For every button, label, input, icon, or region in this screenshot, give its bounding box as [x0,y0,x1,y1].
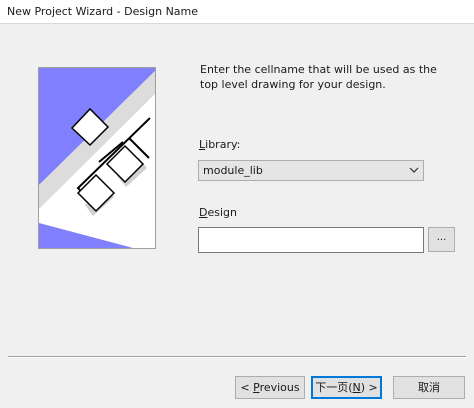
browse-button[interactable]: ... [428,227,455,252]
design-label: Design [199,206,237,219]
window-title: New Project Wizard - Design Name [7,5,199,18]
schematic-blocks-illustration [38,67,156,249]
next-button[interactable]: 下一页(N) > [311,376,382,399]
library-select[interactable]: module_lib [198,160,424,181]
cancel-button[interactable]: 取消 [393,376,465,399]
library-label: Library: [199,138,241,151]
library-select-value: module_lib [203,164,263,177]
design-name-input[interactable] [198,227,424,253]
previous-button[interactable]: < Previous [235,376,305,399]
footer-divider [8,356,466,358]
title-bar: New Project Wizard - Design Name [0,0,474,24]
chevron-down-icon[interactable] [409,165,419,178]
page-description: Enter the cellname that will be used as … [200,63,437,91]
